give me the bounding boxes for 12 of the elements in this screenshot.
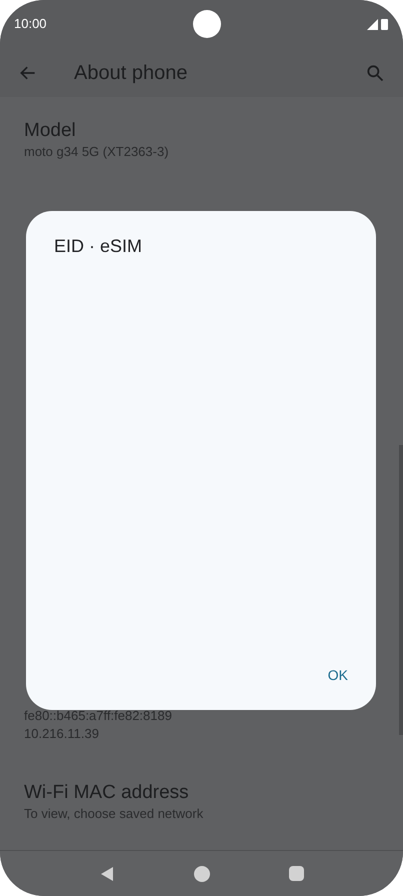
ok-button[interactable]: OK — [320, 661, 356, 690]
screen-title: About phone — [74, 60, 188, 86]
dialog-title: EID · eSIM — [54, 235, 144, 258]
recents-icon[interactable] — [288, 866, 304, 881]
camera-hole — [192, 10, 221, 38]
setting-title: Model — [24, 119, 77, 143]
home-icon[interactable] — [194, 866, 210, 882]
signal-battery-icon — [366, 18, 389, 30]
setting-title: Wi-Fi MAC address — [24, 781, 190, 805]
back-icon[interactable] — [99, 866, 116, 882]
search-icon[interactable] — [365, 62, 385, 82]
status-time: 10:00 — [14, 15, 47, 34]
